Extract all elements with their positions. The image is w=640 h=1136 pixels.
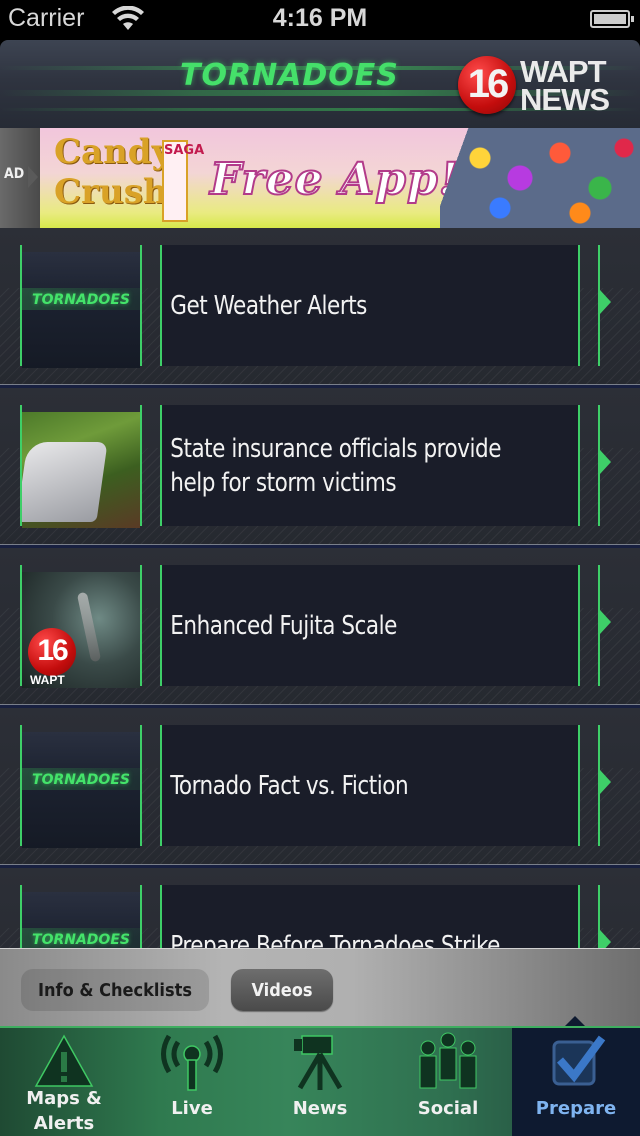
ad-brand: Candy Crush bbox=[54, 132, 172, 212]
tab-label: Prepare bbox=[535, 1098, 617, 1119]
checkbox-check-icon bbox=[552, 1035, 606, 1086]
thumb-text: TORNADOES bbox=[32, 932, 130, 948]
thumb-text: TORNADOES bbox=[32, 292, 130, 308]
ad-candies-image bbox=[440, 128, 640, 228]
warning-icon bbox=[34, 1034, 94, 1087]
item-title: State insurance officials provide help f… bbox=[170, 433, 502, 498]
ad-tab[interactable]: AD bbox=[0, 128, 40, 228]
item-title: Get Weather Alerts bbox=[170, 290, 367, 321]
tab-prepare[interactable]: Prepare bbox=[512, 1028, 640, 1136]
tornado-funnel bbox=[76, 591, 102, 663]
tab-label: Live bbox=[171, 1098, 213, 1119]
thumbnail-car-storm-damage bbox=[22, 412, 140, 528]
badge-number: 16 bbox=[37, 634, 68, 667]
item-title-card[interactable]: Get Weather Alerts bbox=[160, 245, 580, 366]
thumb-text: TORNADOES bbox=[32, 772, 130, 788]
tab-maps-alerts[interactable]: Maps & Alerts bbox=[0, 1028, 128, 1136]
ad-headline: Free App! bbox=[209, 153, 459, 206]
badge-word: WAPT bbox=[30, 673, 65, 687]
article-list[interactable]: TORNADOES Get Weather Alerts State insur… bbox=[0, 228, 640, 948]
car-image bbox=[22, 442, 108, 522]
chevron-right-icon[interactable] bbox=[600, 930, 611, 948]
chevron-right-icon[interactable] bbox=[600, 610, 611, 634]
ad-label: AD bbox=[4, 166, 25, 182]
item-title-card[interactable]: State insurance officials provide help f… bbox=[160, 405, 580, 526]
thumbnail-wapt-tornado: 16 WAPT bbox=[22, 572, 140, 688]
ad-banner-area: AD Candy Crush SAGA Free App! bbox=[0, 128, 640, 228]
item-title-card[interactable]: Enhanced Fujita Scale bbox=[160, 565, 580, 686]
ad-saga-tag: SAGA bbox=[162, 140, 204, 222]
tab-label: News bbox=[292, 1098, 348, 1119]
battery-icon bbox=[590, 10, 634, 28]
app-header: TORNADOES 16 WAPT NEWS bbox=[0, 40, 640, 128]
ad-brand-line-2: Crush bbox=[54, 172, 168, 212]
chevron-right-icon[interactable] bbox=[600, 290, 611, 314]
people-group-icon bbox=[419, 1032, 477, 1089]
tab-live[interactable]: Live bbox=[128, 1028, 256, 1136]
ad-arrow-icon bbox=[28, 166, 38, 188]
thumbnail-tornadoes: TORNADOES bbox=[22, 892, 140, 948]
status-bar: Carrier 4:16 PM bbox=[0, 0, 640, 40]
list-item[interactable]: TORNADOES Get Weather Alerts bbox=[0, 228, 640, 388]
list-item[interactable]: TORNADOES Prepare Before Tornadoes Strik… bbox=[0, 868, 640, 948]
item-title: Tornado Fact vs. Fiction bbox=[170, 770, 409, 801]
tab-social[interactable]: Social bbox=[384, 1028, 512, 1136]
logo-word-2: NEWS bbox=[520, 82, 610, 117]
tab-label: Maps & Alerts bbox=[26, 1088, 102, 1134]
station-logo: 16 WAPT NEWS bbox=[458, 54, 630, 116]
clock: 4:16 PM bbox=[272, 4, 368, 32]
thumbnail-tornadoes: TORNADOES bbox=[22, 732, 140, 848]
segment-info-checklists[interactable]: Info & Checklists bbox=[21, 969, 209, 1011]
item-title-card[interactable]: Prepare Before Tornadoes Strike bbox=[160, 885, 580, 948]
list-item[interactable]: State insurance officials provide help f… bbox=[0, 388, 640, 548]
selected-tab-indicator bbox=[565, 1016, 585, 1026]
broadcast-antenna-icon bbox=[161, 1034, 223, 1091]
thumbnail-tornadoes: TORNADOES bbox=[22, 252, 140, 368]
segment-videos[interactable]: Videos bbox=[231, 969, 333, 1011]
page-title: TORNADOES bbox=[180, 58, 399, 93]
ad-brand-line-1: Candy bbox=[54, 132, 172, 172]
ad-banner[interactable]: Candy Crush SAGA Free App! bbox=[40, 128, 640, 228]
tab-label: Social bbox=[417, 1098, 479, 1119]
chevron-right-icon[interactable] bbox=[600, 450, 611, 474]
logo-number: 16 bbox=[467, 62, 510, 106]
list-item[interactable]: 16 WAPT Enhanced Fujita Scale bbox=[0, 548, 640, 708]
item-title: Prepare Before Tornadoes Strike bbox=[170, 930, 500, 949]
chevron-right-icon[interactable] bbox=[600, 770, 611, 794]
item-title: Enhanced Fujita Scale bbox=[170, 610, 397, 641]
segment-bar: Info & Checklists Videos bbox=[0, 948, 640, 1026]
list-item[interactable]: TORNADOES Tornado Fact vs. Fiction bbox=[0, 708, 640, 868]
tab-news[interactable]: News bbox=[256, 1028, 384, 1136]
item-title-card[interactable]: Tornado Fact vs. Fiction bbox=[160, 725, 580, 846]
video-camera-tripod-icon bbox=[294, 1035, 343, 1090]
tab-bar: Maps & Alerts Live News Social Prepare bbox=[0, 1026, 640, 1136]
